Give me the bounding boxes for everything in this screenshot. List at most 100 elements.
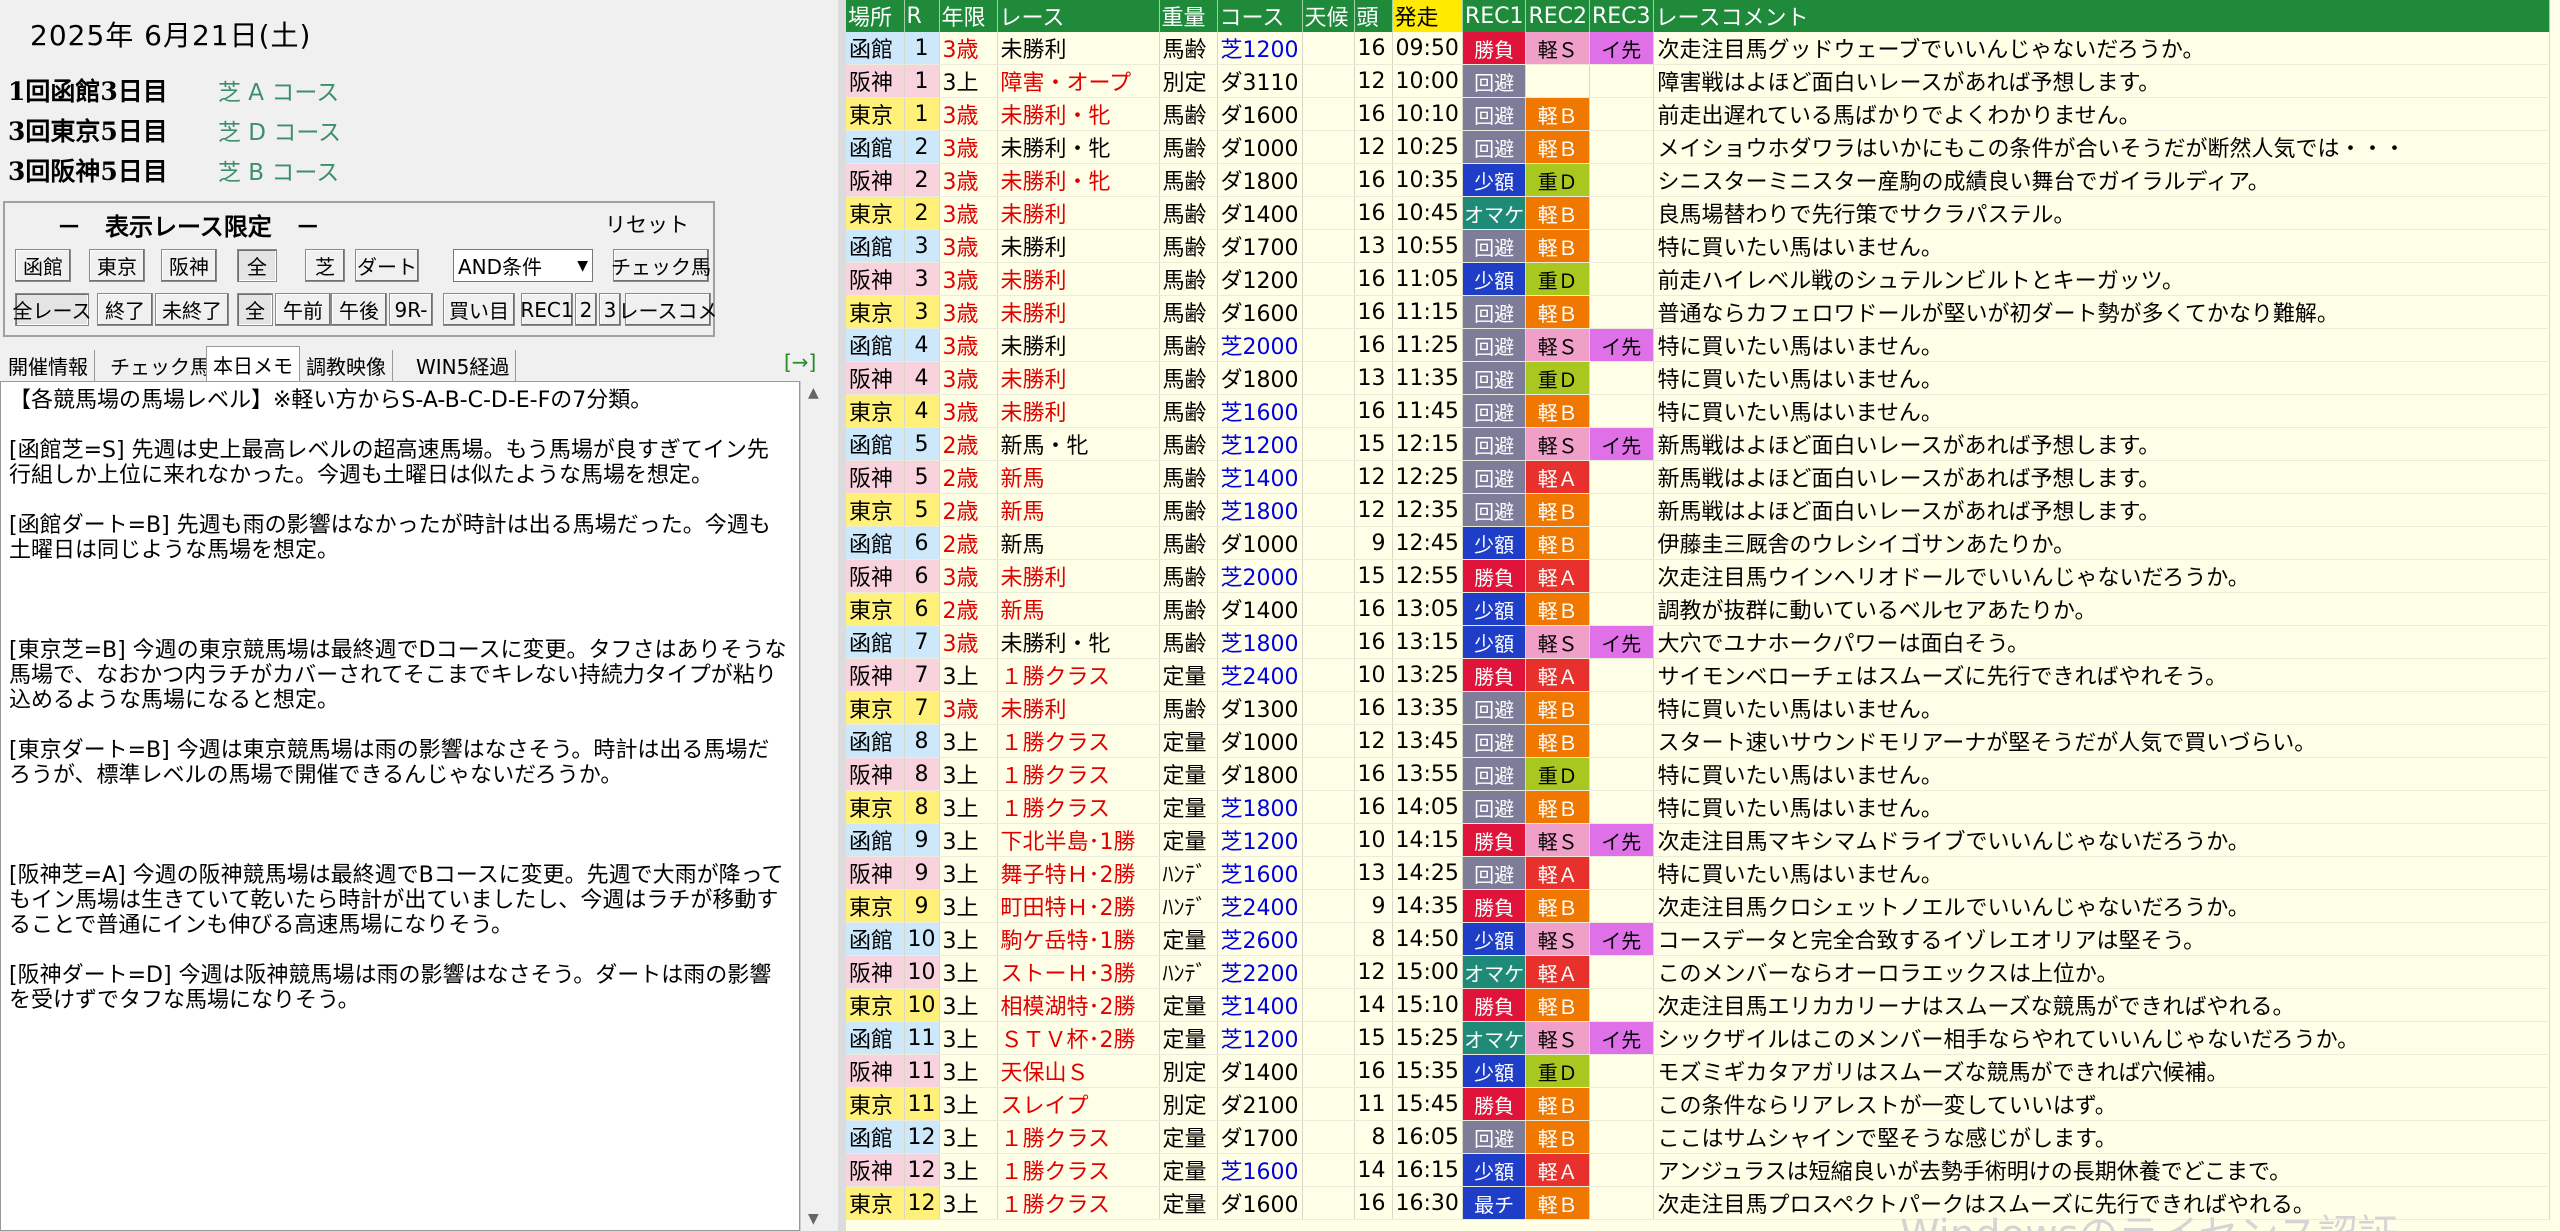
table-row[interactable]: 函館 5 2歳 新馬・牝 馬齢 芝1200 15 12:15 回避 軽Ｓ イ先 新馬戦はよほど面白いレ… bbox=[846, 427, 2550, 461]
cell-course: 芝1600 bbox=[1217, 856, 1303, 890]
col-race-comment[interactable]: レースコメント bbox=[1653, 0, 2550, 32]
status-finished-button[interactable]: 終了 bbox=[97, 293, 153, 326]
table-row[interactable]: 阪神 7 3上 １勝クラス 定量 芝2400 10 13:25 勝負 軽Ａ サイモンベローチェはスム… bbox=[846, 658, 2550, 692]
tab-today-memo[interactable]: 本日メモ bbox=[206, 346, 300, 381]
col-age[interactable]: 年限 bbox=[939, 0, 998, 32]
pane-splitter[interactable] bbox=[838, 0, 846, 1231]
table-row[interactable]: 函館 9 3上 下北半島･1勝 定量 芝1200 10 14:15 勝負 軽Ｓ イ先 次走注目馬マキシ… bbox=[846, 823, 2550, 857]
time-all-button[interactable]: 全 bbox=[237, 293, 273, 326]
venue-hanshin-button[interactable]: 阪神 bbox=[161, 249, 217, 282]
time-morning-button[interactable]: 午前 bbox=[275, 293, 331, 326]
rec2-button[interactable]: 2 bbox=[575, 293, 597, 326]
col-rec1[interactable]: REC1 bbox=[1462, 0, 1527, 32]
col-race[interactable]: レース bbox=[997, 0, 1160, 32]
venue-tokyo-button[interactable]: 東京 bbox=[89, 249, 145, 282]
race-comment-button[interactable]: レースコメ bbox=[619, 293, 718, 326]
table-row[interactable]: 函館 4 3歳 未勝利 馬齢 芝2000 16 11:25 回避 軽Ｓ イ先 特に買いたい馬はいません… bbox=[846, 328, 2550, 362]
table-row[interactable]: 東京 11 3上 スレイプ 別定 ダ2100 11 15:45 勝負 軽Ｂ この条件ならリアレストが… bbox=[846, 1087, 2550, 1121]
scroll-up-icon[interactable]: ▲ bbox=[808, 385, 819, 401]
tab-meeting-info[interactable]: 開催情報 bbox=[2, 350, 95, 381]
table-row[interactable]: 函館 8 3上 １勝クラス 定量 ダ1000 12 13:45 回避 軽Ｂ スタート速いサウンドモリ… bbox=[846, 724, 2550, 758]
cell-race: 未勝利・牝 bbox=[997, 625, 1160, 659]
col-heads[interactable]: 頭 bbox=[1354, 0, 1393, 32]
table-row[interactable]: 東京 6 2歳 新馬 馬齢 ダ1400 16 13:05 少額 軽Ｂ 調教が抜群に動いているベルセア… bbox=[846, 592, 2550, 626]
table-row[interactable]: 阪神 9 3上 舞子特Ｈ･2勝 ﾊﾝﾃﾞ 芝1600 13 14:25 回避 軽Ａ 特に買いたい馬は… bbox=[846, 856, 2550, 890]
condition-select[interactable]: AND条件 ▼ bbox=[453, 249, 593, 282]
cell-course: 芝1600 bbox=[1217, 1153, 1303, 1187]
table-row[interactable]: 函館 3 3歳 未勝利 馬齢 ダ1700 13 10:55 回避 軽Ｂ 特に買いたい馬はいません。 bbox=[846, 229, 2550, 263]
expand-arrow-icon[interactable]: [→] bbox=[784, 350, 816, 374]
time-afternoon-button[interactable]: 午後 bbox=[331, 293, 387, 326]
cell-weight: 定量 bbox=[1159, 823, 1218, 857]
table-row[interactable]: 東京 4 3歳 未勝利 馬齢 芝1600 16 11:45 回避 軽Ｂ 特に買いたい馬はいません。 bbox=[846, 394, 2550, 428]
cell-age: 3上 bbox=[939, 1186, 998, 1220]
table-row[interactable]: 東京 1 3歳 未勝利・牝 馬齢 ダ1600 16 10:10 回避 軽Ｂ 前走出遅れている馬ばかり… bbox=[846, 97, 2550, 131]
tab-training-video[interactable]: 調教映像 bbox=[300, 350, 393, 381]
table-row[interactable]: 函館 1 3歳 未勝利 馬齢 芝1200 16 09:50 勝負 軽Ｓ イ先 次走注目馬グッドウェーブ… bbox=[846, 32, 2550, 65]
surface-all-button[interactable]: 全 bbox=[237, 249, 277, 282]
col-weight[interactable]: 重量 bbox=[1159, 0, 1218, 32]
cell-rec2: 軽Ｂ bbox=[1525, 724, 1590, 758]
table-row[interactable]: 東京 10 3上 相模湖特･2勝 定量 芝1400 14 15:10 勝負 軽Ｂ 次走注目馬エリカカ… bbox=[846, 988, 2550, 1022]
table-row[interactable]: 東京 5 2歳 新馬 馬齢 芝1800 12 12:35 回避 軽Ｂ 新馬戦はよほど面白いレースがあ… bbox=[846, 493, 2550, 527]
cell-heads: 16 bbox=[1354, 328, 1393, 362]
table-row[interactable]: 阪神 10 3上 ストーＨ･3勝 ﾊﾝﾃﾞ 芝2200 12 15:00 オマケ 軽Ａ このメンバー… bbox=[846, 955, 2550, 989]
table-row[interactable]: 函館 11 3上 ＳＴＶ杯･2勝 定量 芝1200 15 15:25 オマケ 軽Ｓ イ先 シックザイル… bbox=[846, 1021, 2550, 1055]
table-row[interactable]: 阪神 4 3歳 未勝利 馬齢 ダ1800 13 11:35 回避 重Ｄ 特に買いたい馬はいません。 bbox=[846, 361, 2550, 395]
cell-rec3 bbox=[1589, 790, 1654, 824]
cell-heads: 12 bbox=[1354, 64, 1393, 98]
scroll-down-icon[interactable]: ▼ bbox=[808, 1211, 819, 1227]
cell-weight: 馬齢 bbox=[1159, 460, 1218, 494]
table-row[interactable]: 東京 7 3歳 未勝利 馬齢 ダ1300 16 13:35 回避 軽Ｂ 特に買いたい馬はいません。 bbox=[846, 691, 2550, 725]
tab-win5-progress[interactable]: WIN5経過 bbox=[410, 350, 517, 381]
col-start-time[interactable]: 発走 bbox=[1392, 0, 1463, 32]
table-row[interactable]: 函館 12 3上 １勝クラス 定量 ダ1700 8 16:05 回避 軽Ｂ ここはサムシャインで堅そ… bbox=[846, 1120, 2550, 1154]
table-row[interactable]: 東京 3 3歳 未勝利 馬齢 ダ1600 16 11:15 回避 軽Ｂ 普通ならカフェロワドールが堅… bbox=[846, 295, 2550, 329]
col-rec3[interactable]: REC3 bbox=[1589, 0, 1654, 32]
table-row[interactable]: 阪神 8 3上 １勝クラス 定量 ダ1800 16 13:55 回避 重Ｄ 特に買いたい馬はいません… bbox=[846, 757, 2550, 791]
table-row[interactable]: 阪神 2 3歳 未勝利・牝 馬齢 ダ1800 16 10:35 少額 重Ｄ シニスターミニスター産駒… bbox=[846, 163, 2550, 197]
table-row[interactable]: 東京 9 3上 町田特Ｈ･2勝 ﾊﾝﾃﾞ 芝2400 9 14:35 勝負 軽Ｂ 次走注目馬クロシェ… bbox=[846, 889, 2550, 923]
col-course[interactable]: コース bbox=[1217, 0, 1303, 32]
table-row[interactable]: 阪神 5 2歳 新馬 馬齢 芝1400 12 12:25 回避 軽Ａ 新馬戦はよほど面白いレースがあ… bbox=[846, 460, 2550, 494]
bet-button[interactable]: 買い目 bbox=[443, 293, 515, 326]
status-unfinished-button[interactable]: 未終了 bbox=[155, 293, 229, 326]
table-row[interactable]: 阪神 6 3歳 未勝利 馬齢 芝2000 15 12:55 勝負 軽Ａ 次走注目馬ウインヘリオドール… bbox=[846, 559, 2550, 593]
table-row[interactable]: 函館 10 3上 駒ケ岳特･1勝 定量 芝2600 8 14:50 少額 軽Ｓ イ先 コースデータと完… bbox=[846, 922, 2550, 956]
cell-weight: 別定 bbox=[1159, 1087, 1218, 1121]
surface-turf-button[interactable]: 芝 bbox=[305, 249, 345, 282]
table-row[interactable]: 阪神 1 3上 障害・オープ 別定 ダ3110 12 10:00 回避 障害戦はよほど面白いレース… bbox=[846, 64, 2550, 98]
table-row[interactable]: 阪神 11 3上 天保山Ｓ 別定 ダ1400 16 15:35 少額 重Ｄ モズミギカタアガリはスム… bbox=[846, 1054, 2550, 1088]
cell-start-time: 10:45 bbox=[1392, 196, 1463, 230]
cell-weight: 馬齢 bbox=[1159, 295, 1218, 329]
table-row[interactable]: 函館 7 3歳 未勝利・牝 馬齢 芝1800 16 13:15 少額 軽Ｓ イ先 大穴でユナホークパワ… bbox=[846, 625, 2550, 659]
status-all-button[interactable]: 全レース bbox=[13, 293, 92, 326]
col-rec2[interactable]: REC2 bbox=[1525, 0, 1590, 32]
table-row[interactable]: 阪神 3 3歳 未勝利 馬齢 ダ1200 16 11:05 少額 重Ｄ 前走ハイレベル戦のシュテルン… bbox=[846, 262, 2550, 296]
cell-race-number: 6 bbox=[904, 559, 940, 593]
cell-venue: 阪神 bbox=[846, 856, 905, 890]
col-venue[interactable]: 場所 bbox=[846, 0, 905, 32]
col-weather[interactable]: 天候 bbox=[1302, 0, 1355, 32]
tab-check-horse[interactable]: チェック馬 bbox=[104, 350, 217, 381]
cell-weight: 定量 bbox=[1159, 658, 1218, 692]
table-row[interactable]: 阪神 12 3上 １勝クラス 定量 芝1600 14 16:15 少額 軽Ａ アンジュラスは短縮良い… bbox=[846, 1153, 2550, 1187]
table-row[interactable]: 函館 2 3歳 未勝利・牝 馬齢 ダ1000 12 10:25 回避 軽Ｂ メイショウホダワラはいか… bbox=[846, 130, 2550, 164]
cell-heads: 13 bbox=[1354, 361, 1393, 395]
check-horse-button[interactable]: チェック馬 bbox=[611, 249, 711, 282]
surface-dirt-button[interactable]: ダート bbox=[355, 249, 419, 282]
venue-hakodate-button[interactable]: 函館 bbox=[15, 249, 71, 282]
memo-panel[interactable]: 【各競馬場の馬場レベル】※軽い方からS-A-B-C-D-E-Fの7分類。 [函館… bbox=[0, 381, 800, 1231]
memo-scrollbar[interactable]: ▲ ▼ bbox=[800, 381, 830, 1231]
condition-value: AND条件 bbox=[458, 255, 543, 279]
table-row[interactable]: 東京 8 3上 １勝クラス 定量 芝1800 16 14:05 回避 軽Ｂ 特に買いたい馬はいません… bbox=[846, 790, 2550, 824]
rec1-button[interactable]: REC1 bbox=[520, 293, 574, 326]
table-row[interactable]: 函館 6 2歳 新馬 馬齢 ダ1000 9 12:45 少額 軽Ｂ 伊藤圭三厩舎のウレシイゴサンあた… bbox=[846, 526, 2550, 560]
reset-link[interactable]: リセット bbox=[605, 209, 689, 239]
time-9r-button[interactable]: 9R- bbox=[389, 293, 433, 326]
cell-venue: 函館 bbox=[846, 625, 905, 659]
table-row[interactable]: 東京 2 3歳 未勝利 馬齢 ダ1400 16 10:45 オマケ 軽Ｂ 良馬場替わりで先行策でサク… bbox=[846, 196, 2550, 230]
cell-venue: 函館 bbox=[846, 427, 905, 461]
cell-course: ダ1400 bbox=[1217, 196, 1303, 230]
col-race-number[interactable]: R bbox=[904, 0, 940, 32]
